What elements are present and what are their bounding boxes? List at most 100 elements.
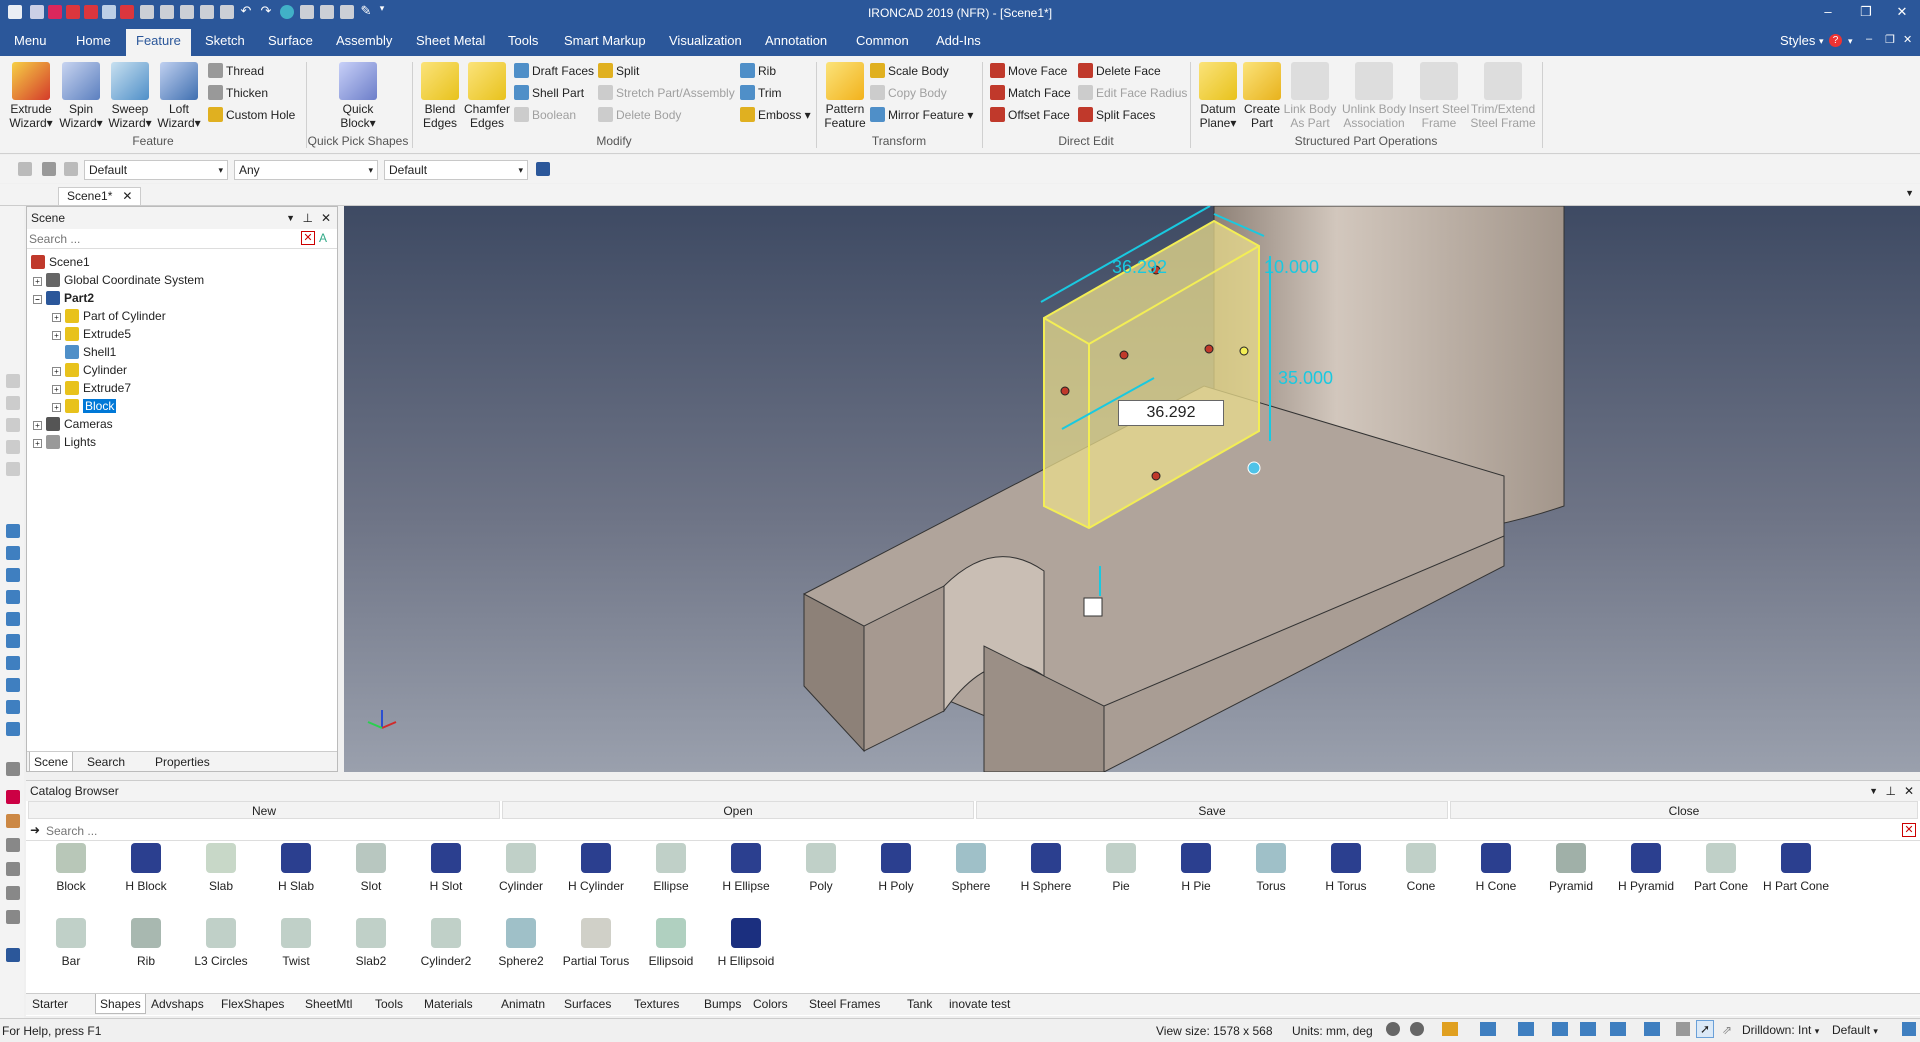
view-cube-icon-9[interactable] xyxy=(6,700,20,714)
expand-icon[interactable]: + xyxy=(52,367,61,376)
measure-icon[interactable] xyxy=(6,762,20,776)
tree-node-block[interactable]: + Block xyxy=(52,399,117,413)
catalog-shape-cylinder[interactable]: Cylinder xyxy=(484,843,558,893)
camera-icon[interactable] xyxy=(1518,1022,1534,1036)
select-mode-icon[interactable]: ➚ xyxy=(1696,1020,1714,1038)
pattern-feature-button[interactable]: Pattern Feature xyxy=(822,62,868,130)
menu-assembly[interactable]: Assembly xyxy=(336,33,392,48)
expand-icon[interactable]: + xyxy=(52,403,61,412)
menu-add-ins[interactable]: Add-Ins xyxy=(936,33,981,48)
catalog-close-button[interactable]: Close xyxy=(1450,801,1918,819)
settings-icon[interactable] xyxy=(1676,1022,1690,1036)
catalog-shape-slab[interactable]: Slab xyxy=(184,843,258,893)
circle-icon[interactable] xyxy=(6,886,20,900)
catalog-tab-materials[interactable]: Materials xyxy=(424,997,473,1011)
tree-node-lights[interactable]: + Lights xyxy=(33,435,96,449)
insert-steel-frame-button[interactable]: Insert Steel Frame xyxy=(1408,62,1470,130)
rib-button[interactable]: Rib xyxy=(740,62,776,80)
catalog-tab-inovate-test[interactable]: inovate test xyxy=(949,997,1010,1011)
expand-icon[interactable]: + xyxy=(52,313,61,322)
catalog-tab-colors[interactable]: Colors xyxy=(753,997,788,1011)
view-cube-icon-6[interactable] xyxy=(6,634,20,648)
angle-icon[interactable] xyxy=(6,838,20,852)
catalog-shape-slot[interactable]: Slot xyxy=(334,843,408,893)
catalog-shape-sphere2[interactable]: Sphere2 xyxy=(484,918,558,968)
view-cube-icon-7[interactable] xyxy=(6,656,20,670)
select-icon[interactable] xyxy=(18,162,32,176)
thicken-button[interactable]: Thicken xyxy=(208,84,268,102)
chamfer-edges-button[interactable]: Chamfer Edges xyxy=(462,62,512,130)
catalog-tab-flexshapes[interactable]: FlexShapes xyxy=(221,997,284,1011)
triball-icon[interactable] xyxy=(1247,461,1261,475)
hierarchy-icon[interactable] xyxy=(536,162,550,176)
expand-icon[interactable]: + xyxy=(52,331,61,340)
catalog-shape-h-part-cone[interactable]: H Part Cone xyxy=(1759,843,1833,893)
tab-properties[interactable]: Properties xyxy=(155,755,210,769)
expand-icon[interactable]: + xyxy=(52,385,61,394)
catalog-shape-cylinder2[interactable]: Cylinder2 xyxy=(409,918,483,968)
stretch-part-button[interactable]: Stretch Part/Assembly xyxy=(598,84,735,102)
catalog-shape-partial-torus[interactable]: Partial Torus xyxy=(559,918,633,968)
catalog-tab-bumps[interactable]: Bumps xyxy=(704,997,741,1011)
help-icon[interactable]: ? xyxy=(1829,34,1842,47)
offset-face-button[interactable]: Offset Face xyxy=(990,106,1070,124)
catalog-shape-l3-circles[interactable]: L3 Circles xyxy=(184,918,258,968)
catalog-shape-sphere[interactable]: Sphere xyxy=(934,843,1008,893)
pin-icon[interactable]: ⊥ xyxy=(303,207,313,229)
move-face-button[interactable]: Move Face xyxy=(990,62,1067,80)
dimension-edit-box[interactable]: 36.292 xyxy=(1118,400,1224,426)
drag-handle[interactable] xyxy=(1060,386,1070,396)
tab-scene[interactable]: Scene xyxy=(29,752,74,772)
tree-node-extrude7[interactable]: + Extrude7 xyxy=(52,381,131,395)
datum-plane-button[interactable]: Datum Plane▾ xyxy=(1196,62,1240,130)
emboss-button[interactable]: Emboss ▾ xyxy=(740,106,811,124)
split-button[interactable]: Split xyxy=(598,62,639,80)
quick-block-button[interactable]: Quick Block▾ xyxy=(334,62,382,130)
spin-wizard-button[interactable]: Spin Wizard▾ xyxy=(58,62,104,130)
tree-node-scene1[interactable]: Scene1 xyxy=(31,255,90,269)
tree-node-shell1[interactable]: Shell1 xyxy=(65,345,116,359)
menu-common[interactable]: Common xyxy=(856,33,909,48)
zoom-all-icon[interactable] xyxy=(1410,1022,1424,1036)
section-icon[interactable] xyxy=(1610,1022,1626,1036)
pin-icon[interactable]: ⊥ xyxy=(1886,781,1896,801)
catalog-tab-animatn[interactable]: Animatn xyxy=(501,997,545,1011)
drag-handle[interactable] xyxy=(1204,344,1214,354)
tool-icon-2[interactable] xyxy=(6,396,20,410)
anchor-icon[interactable] xyxy=(1083,597,1103,617)
catalog-shape-h-pyramid[interactable]: H Pyramid xyxy=(1609,843,1683,893)
doc-close-icon[interactable]: ✕ xyxy=(1903,33,1912,46)
menu-home[interactable]: Home xyxy=(76,33,111,48)
options-icon[interactable] xyxy=(1902,1022,1916,1036)
tab-search[interactable]: Search xyxy=(87,755,125,769)
depth-dimension-label[interactable]: 10.000 xyxy=(1264,257,1319,278)
delete-face-button[interactable]: Delete Face xyxy=(1078,62,1161,80)
drag-handle[interactable] xyxy=(1239,346,1249,356)
clear-search-icon[interactable]: ✕ xyxy=(301,231,315,245)
trim-button[interactable]: Trim xyxy=(740,84,782,102)
create-part-button[interactable]: Create Part xyxy=(1240,62,1284,130)
catalog-shape-h-block[interactable]: H Block xyxy=(109,843,183,893)
drilldown-combo[interactable]: Drilldown: Int ▾ xyxy=(1740,1021,1824,1039)
smart-dimension-icon[interactable] xyxy=(6,790,20,804)
tree-node-cameras[interactable]: + Cameras xyxy=(33,417,113,431)
tree-node-part-of-cylinder[interactable]: + Part of Cylinder xyxy=(52,309,166,323)
catalog-shape-h-cone[interactable]: H Cone xyxy=(1459,843,1533,893)
styles-menu[interactable]: Styles xyxy=(1780,33,1815,48)
scale-body-button[interactable]: Scale Body xyxy=(870,62,949,80)
catalog-new-button[interactable]: New xyxy=(28,801,500,819)
curve-icon[interactable] xyxy=(6,948,20,962)
menu-annotation[interactable]: Annotation xyxy=(765,33,827,48)
mirror-feature-button[interactable]: Mirror Feature ▾ xyxy=(870,106,973,124)
catalog-tab-tools[interactable]: Tools xyxy=(375,997,403,1011)
paint-icon[interactable] xyxy=(6,814,20,828)
view-cube-icon-8[interactable] xyxy=(6,678,20,692)
match-face-button[interactable]: Match Face xyxy=(990,84,1071,102)
clear-search-icon[interactable]: ✕ xyxy=(1902,823,1916,837)
tree-node-cylinder[interactable]: + Cylinder xyxy=(52,363,127,377)
rotate-icon[interactable] xyxy=(6,862,20,876)
help-dropdown-icon[interactable]: ▾ xyxy=(1848,36,1853,47)
extrude-wizard-button[interactable]: Extrude Wizard▾ xyxy=(8,62,54,130)
catalog-shape-ellipse[interactable]: Ellipse xyxy=(634,843,708,893)
unlink-body-association-button[interactable]: Unlink Body Association xyxy=(1338,62,1410,130)
